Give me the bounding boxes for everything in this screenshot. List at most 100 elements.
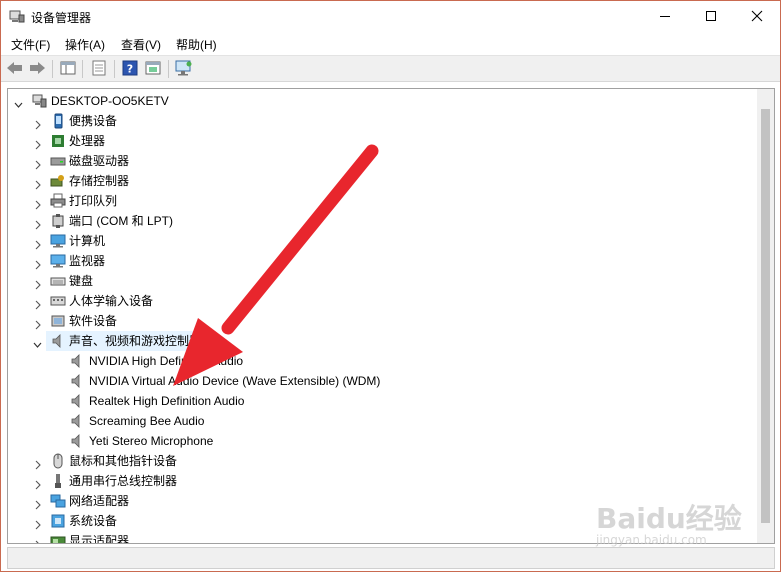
tree-category-item[interactable]: 磁盘驱动器 bbox=[8, 151, 748, 171]
display-adapter-icon bbox=[50, 533, 66, 543]
tree-category-item[interactable]: 打印队列 bbox=[8, 191, 748, 211]
back-button[interactable] bbox=[5, 60, 25, 78]
toolbar-separator bbox=[52, 60, 53, 78]
system-device-icon bbox=[50, 513, 66, 529]
title-bar[interactable]: 设备管理器 bbox=[1, 1, 780, 31]
network-adapter-icon bbox=[50, 493, 66, 509]
tree-category-item[interactable]: 鼠标和其他指针设备 bbox=[8, 451, 748, 471]
action-pane-button[interactable] bbox=[143, 60, 163, 78]
properties-button[interactable] bbox=[89, 60, 109, 78]
tree-category-item[interactable]: 软件设备 bbox=[8, 311, 748, 331]
toolbar: ? bbox=[1, 55, 780, 82]
status-bar bbox=[7, 547, 775, 569]
tree-category-label: 存储控制器 bbox=[69, 174, 130, 188]
speaker-icon bbox=[69, 373, 85, 389]
toolbar-separator bbox=[168, 60, 169, 78]
scrollbar-thumb[interactable] bbox=[761, 109, 770, 523]
tree-device-item[interactable]: Realtek High Definition Audio bbox=[8, 391, 748, 411]
tree-category-label: 人体学输入设备 bbox=[69, 294, 154, 308]
show-hide-tree-button[interactable] bbox=[58, 60, 78, 78]
menu-bar: 文件(F) 操作(A) 查看(V) 帮助(H) bbox=[1, 32, 780, 54]
minimize-button[interactable] bbox=[642, 1, 688, 31]
chevron-right-icon[interactable] bbox=[33, 276, 42, 290]
svg-text:?: ? bbox=[127, 62, 133, 75]
tree-category-item[interactable]: 监视器 bbox=[8, 251, 748, 271]
chevron-right-icon[interactable] bbox=[33, 256, 42, 270]
tree-category-item[interactable]: 声音、视频和游戏控制器 bbox=[33, 331, 211, 351]
chevron-right-icon[interactable] bbox=[33, 116, 42, 130]
maximize-button[interactable] bbox=[688, 1, 734, 31]
monitor-scan-icon bbox=[175, 60, 193, 79]
chevron-right-icon[interactable] bbox=[33, 216, 42, 230]
menu-action[interactable]: 操作(A) bbox=[65, 36, 105, 53]
help-button[interactable]: ? bbox=[120, 60, 140, 78]
tree-category-label: 计算机 bbox=[69, 234, 106, 248]
device-manager-window: 设备管理器 文件(F) 操作(A) 查看(V) 帮助(H) ? DESKTOP-… bbox=[0, 0, 781, 572]
forward-button[interactable] bbox=[27, 60, 47, 78]
tree-category-label: 软件设备 bbox=[69, 314, 118, 328]
action-pane-icon bbox=[145, 61, 161, 78]
chevron-right-icon[interactable] bbox=[33, 236, 42, 250]
tree-category-label: 显示适配器 bbox=[69, 534, 130, 544]
printer-icon bbox=[50, 193, 66, 209]
monitor-icon bbox=[50, 253, 66, 269]
device-tree[interactable]: DESKTOP-OO5KETV 便携设备处理器 磁盘驱动器存储控制器打印队列端口 … bbox=[7, 88, 775, 544]
chevron-right-icon[interactable] bbox=[33, 196, 42, 210]
tree-category-item[interactable]: 存储控制器 bbox=[8, 171, 748, 191]
tree-device-item[interactable]: NVIDIA Virtual Audio Device (Wave Extens… bbox=[8, 371, 748, 391]
tree-category-label: 便携设备 bbox=[69, 114, 118, 128]
scan-hardware-button[interactable] bbox=[174, 60, 194, 78]
chevron-right-icon[interactable] bbox=[33, 296, 42, 310]
tree-category-item[interactable]: 端口 (COM 和 LPT) bbox=[8, 211, 748, 231]
tree-device-label: Screaming Bee Audio bbox=[89, 414, 205, 428]
tree-device-item[interactable]: Screaming Bee Audio bbox=[8, 411, 748, 431]
speaker-icon bbox=[50, 333, 66, 349]
forward-arrow-icon bbox=[28, 61, 46, 78]
chevron-right-icon[interactable] bbox=[33, 496, 42, 510]
storage-controller-icon bbox=[50, 173, 66, 189]
toolbar-separator bbox=[82, 60, 83, 78]
chevron-right-icon[interactable] bbox=[33, 316, 42, 330]
chevron-right-icon[interactable] bbox=[33, 156, 42, 170]
tree-category-item[interactable]: 便携设备 bbox=[8, 111, 748, 131]
tree-category-label: 通用串行总线控制器 bbox=[69, 474, 178, 488]
speaker-icon bbox=[69, 393, 85, 409]
chevron-right-icon[interactable] bbox=[33, 136, 42, 150]
tree-category-item[interactable]: 处理器 bbox=[8, 131, 748, 151]
tree-category-label: 打印队列 bbox=[69, 194, 118, 208]
computer-icon bbox=[50, 233, 66, 249]
chevron-right-icon[interactable] bbox=[33, 516, 42, 530]
tree-category-label: 端口 (COM 和 LPT) bbox=[69, 214, 173, 228]
close-button[interactable] bbox=[734, 1, 780, 31]
tree-root-node[interactable]: DESKTOP-OO5KETV bbox=[8, 91, 763, 111]
chevron-right-icon[interactable] bbox=[33, 536, 42, 543]
window-title: 设备管理器 bbox=[31, 11, 92, 25]
tree-category-label: 鼠标和其他指针设备 bbox=[69, 454, 178, 468]
chevron-right-icon[interactable] bbox=[33, 456, 42, 470]
tree-device-item[interactable]: NVIDIA High Definition Audio bbox=[8, 351, 748, 371]
tree-device-item[interactable]: Yeti Stereo Microphone bbox=[8, 431, 748, 451]
software-device-icon bbox=[50, 313, 66, 329]
chevron-right-icon[interactable] bbox=[33, 176, 42, 190]
menu-file[interactable]: 文件(F) bbox=[11, 36, 50, 53]
tree-category-label: 监视器 bbox=[69, 254, 106, 268]
properties-icon bbox=[92, 60, 106, 79]
console-tree-icon bbox=[60, 61, 76, 78]
tree-category-item[interactable]: 键盘 bbox=[8, 271, 748, 291]
tree-device-label: NVIDIA High Definition Audio bbox=[89, 354, 244, 368]
chevron-right-icon[interactable] bbox=[33, 476, 42, 490]
menu-help[interactable]: 帮助(H) bbox=[176, 36, 217, 53]
menu-view[interactable]: 查看(V) bbox=[121, 36, 161, 53]
tree-category-item[interactable]: 人体学输入设备 bbox=[8, 291, 748, 311]
toolbar-separator bbox=[114, 60, 115, 78]
chevron-down-icon[interactable] bbox=[33, 336, 42, 348]
chevron-down-icon[interactable] bbox=[14, 96, 23, 108]
tree-category-label: 键盘 bbox=[69, 274, 94, 288]
disk-drive-icon bbox=[50, 153, 66, 169]
tree-device-label: Realtek High Definition Audio bbox=[89, 394, 245, 408]
tree-category-item[interactable]: 通用串行总线控制器 bbox=[8, 471, 748, 491]
mouse-icon bbox=[50, 453, 66, 469]
tree-category-item[interactable]: 计算机 bbox=[8, 231, 748, 251]
vertical-scrollbar[interactable] bbox=[757, 89, 774, 543]
computer-name-label: DESKTOP-OO5KETV bbox=[51, 94, 169, 108]
